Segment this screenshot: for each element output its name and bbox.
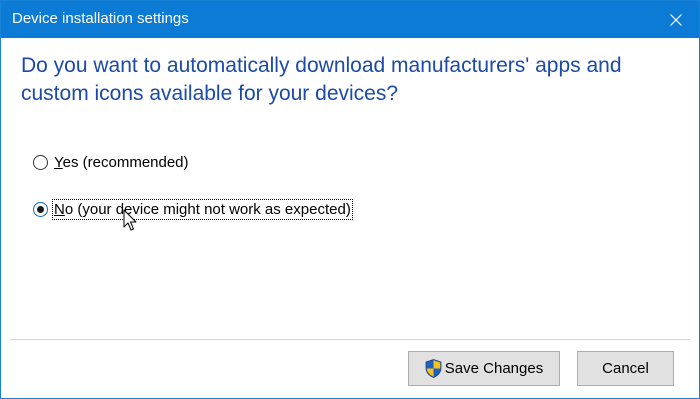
radio-label-no[interactable]: No (your device might not work as expect…: [52, 199, 353, 220]
question-heading: Do you want to automatically download ma…: [21, 54, 622, 105]
save-button-label: Save Changes: [444, 360, 544, 377]
save-changes-button[interactable]: Save Changes: [408, 351, 560, 386]
radio-label-yes-text: es (recommended): [62, 154, 189, 171]
radio-button-no[interactable]: [33, 202, 48, 217]
accel-key-yes: Y: [54, 154, 63, 171]
radio-button-yes[interactable]: [33, 155, 48, 170]
radio-label-yes[interactable]: Yes (recommended): [53, 153, 190, 172]
cancel-button[interactable]: Cancel: [577, 351, 674, 386]
title-bar: Device installation settings: [1, 1, 699, 38]
accel-key-no: N: [54, 201, 65, 218]
uac-shield-icon: [425, 359, 442, 378]
close-icon: [670, 13, 682, 26]
close-button[interactable]: [653, 1, 699, 38]
window-title: Device installation settings: [12, 10, 189, 27]
dialog-window: Device installation settings Do you want…: [0, 0, 700, 399]
radio-option-yes[interactable]: Yes (recommended): [33, 153, 190, 172]
footer-separator: [10, 339, 690, 340]
radio-label-no-text: o (your device might not work as expecte…: [64, 201, 351, 218]
cancel-button-label: Cancel: [602, 360, 649, 377]
radio-option-no[interactable]: No (your device might not work as expect…: [33, 199, 353, 220]
